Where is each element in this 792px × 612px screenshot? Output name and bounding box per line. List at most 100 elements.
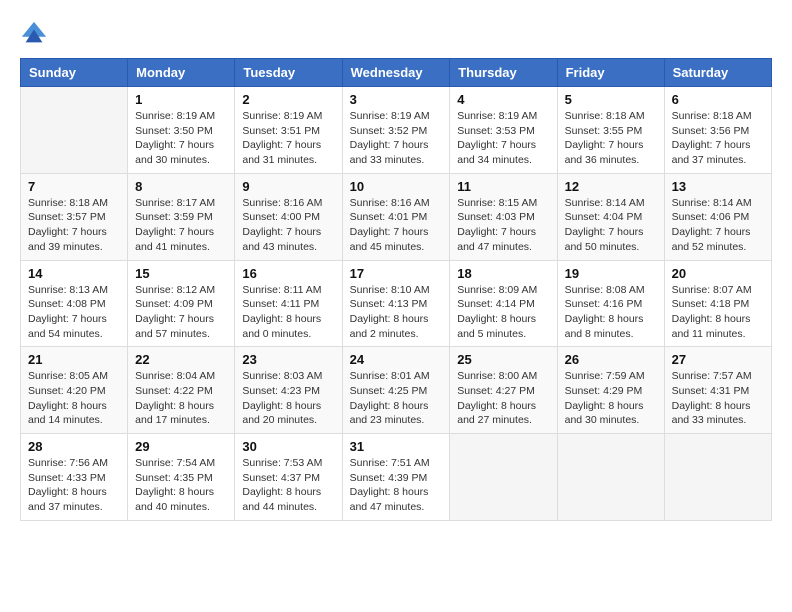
- day-info: Sunrise: 7:57 AMSunset: 4:31 PMDaylight:…: [672, 369, 764, 428]
- day-number: 16: [242, 266, 334, 281]
- calendar-cell: 9Sunrise: 8:16 AMSunset: 4:00 PMDaylight…: [235, 173, 342, 260]
- calendar-header-tuesday: Tuesday: [235, 59, 342, 87]
- day-number: 4: [457, 92, 549, 107]
- day-info: Sunrise: 8:11 AMSunset: 4:11 PMDaylight:…: [242, 283, 334, 342]
- day-info: Sunrise: 8:00 AMSunset: 4:27 PMDaylight:…: [457, 369, 549, 428]
- calendar-cell: 13 Sunrise: 8:14 AMSunset: 4:06 PMDayligh…: [664, 173, 771, 260]
- calendar-cell: 5 Sunrise: 8:18 AMSunset: 3:55 PMDaylight…: [557, 87, 664, 174]
- calendar-header-monday: Monday: [128, 59, 235, 87]
- day-info: Sunrise: 8:19 AMSunset: 3:51 PMDaylight:…: [242, 109, 334, 168]
- day-info: Sunrise: 8:14 AMSunset: 4:06 PMDaylight:…: [672, 196, 764, 255]
- day-info: Sunrise: 7:59 AMSunset: 4:29 PMDaylight:…: [565, 369, 657, 428]
- calendar-header-friday: Friday: [557, 59, 664, 87]
- day-number: 3: [350, 92, 443, 107]
- day-number: 20: [672, 266, 764, 281]
- day-number: 30: [242, 439, 334, 454]
- day-number: 1: [135, 92, 227, 107]
- day-info: Sunrise: 7:54 AMSunset: 4:35 PMDaylight:…: [135, 456, 227, 515]
- calendar-cell: 2 Sunrise: 8:19 AMSunset: 3:51 PMDaylight…: [235, 87, 342, 174]
- day-number: 10: [350, 179, 443, 194]
- calendar-week-4: 21 Sunrise: 8:05 AMSunset: 4:20 PMDayligh…: [21, 347, 772, 434]
- day-info: Sunrise: 8:15 AMSunset: 4:03 PMDaylight:…: [457, 196, 549, 255]
- calendar-header-wednesday: Wednesday: [342, 59, 450, 87]
- day-number: 7: [28, 179, 120, 194]
- day-info: Sunrise: 8:17 AMSunset: 3:59 PMDaylight:…: [135, 196, 227, 255]
- calendar-week-3: 14 Sunrise: 8:13 AMSunset: 4:08 PMDayligh…: [21, 260, 772, 347]
- day-number: 28: [28, 439, 120, 454]
- logo: [20, 20, 52, 48]
- calendar-week-1: 1 Sunrise: 8:19 AMSunset: 3:50 PMDaylight…: [21, 87, 772, 174]
- calendar-cell: 12 Sunrise: 8:14 AMSunset: 4:04 PMDayligh…: [557, 173, 664, 260]
- day-number: 24: [350, 352, 443, 367]
- calendar-cell: 14 Sunrise: 8:13 AMSunset: 4:08 PMDayligh…: [21, 260, 128, 347]
- calendar-cell: 11Sunrise: 8:15 AMSunset: 4:03 PMDayligh…: [450, 173, 557, 260]
- day-number: 19: [565, 266, 657, 281]
- calendar-cell: 8 Sunrise: 8:17 AMSunset: 3:59 PMDaylight…: [128, 173, 235, 260]
- day-info: Sunrise: 8:19 AMSunset: 3:52 PMDaylight:…: [350, 109, 443, 168]
- calendar-cell: 15 Sunrise: 8:12 AMSunset: 4:09 PMDayligh…: [128, 260, 235, 347]
- calendar-cell: 1 Sunrise: 8:19 AMSunset: 3:50 PMDaylight…: [128, 87, 235, 174]
- calendar-cell: 7 Sunrise: 8:18 AMSunset: 3:57 PMDaylight…: [21, 173, 128, 260]
- day-number: 12: [565, 179, 657, 194]
- day-info: Sunrise: 8:19 AMSunset: 3:53 PMDaylight:…: [457, 109, 549, 168]
- day-info: Sunrise: 8:18 AMSunset: 3:55 PMDaylight:…: [565, 109, 657, 168]
- day-number: 8: [135, 179, 227, 194]
- day-info: Sunrise: 8:16 AMSunset: 4:01 PMDaylight:…: [350, 196, 443, 255]
- day-info: Sunrise: 8:18 AMSunset: 3:57 PMDaylight:…: [28, 196, 120, 255]
- day-number: 31: [350, 439, 443, 454]
- calendar-cell: 25 Sunrise: 8:00 AMSunset: 4:27 PMDayligh…: [450, 347, 557, 434]
- day-info: Sunrise: 8:08 AMSunset: 4:16 PMDaylight:…: [565, 283, 657, 342]
- day-info: Sunrise: 8:13 AMSunset: 4:08 PMDaylight:…: [28, 283, 120, 342]
- day-info: Sunrise: 8:14 AMSunset: 4:04 PMDaylight:…: [565, 196, 657, 255]
- calendar-cell: 27 Sunrise: 7:57 AMSunset: 4:31 PMDayligh…: [664, 347, 771, 434]
- calendar-week-2: 7 Sunrise: 8:18 AMSunset: 3:57 PMDaylight…: [21, 173, 772, 260]
- calendar-cell: 26 Sunrise: 7:59 AMSunset: 4:29 PMDayligh…: [557, 347, 664, 434]
- day-info: Sunrise: 8:19 AMSunset: 3:50 PMDaylight:…: [135, 109, 227, 168]
- day-number: 6: [672, 92, 764, 107]
- calendar-cell: 29 Sunrise: 7:54 AMSunset: 4:35 PMDayligh…: [128, 434, 235, 521]
- day-info: Sunrise: 8:01 AMSunset: 4:25 PMDaylight:…: [350, 369, 443, 428]
- day-number: 17: [350, 266, 443, 281]
- day-number: 2: [242, 92, 334, 107]
- calendar-cell: 30 Sunrise: 7:53 AMSunset: 4:37 PMDayligh…: [235, 434, 342, 521]
- day-info: Sunrise: 7:53 AMSunset: 4:37 PMDaylight:…: [242, 456, 334, 515]
- day-number: 25: [457, 352, 549, 367]
- calendar-cell: 18 Sunrise: 8:09 AMSunset: 4:14 PMDayligh…: [450, 260, 557, 347]
- calendar-cell: 20Sunrise: 8:07 AMSunset: 4:18 PMDayligh…: [664, 260, 771, 347]
- calendar-header-row: SundayMondayTuesdayWednesdayThursdayFrid…: [21, 59, 772, 87]
- day-info: Sunrise: 8:09 AMSunset: 4:14 PMDaylight:…: [457, 283, 549, 342]
- day-number: 18: [457, 266, 549, 281]
- calendar-cell: [450, 434, 557, 521]
- day-number: 15: [135, 266, 227, 281]
- day-number: 13: [672, 179, 764, 194]
- calendar-cell: 31 Sunrise: 7:51 AMSunset: 4:39 PMDayligh…: [342, 434, 450, 521]
- page-header: [20, 20, 772, 48]
- calendar-cell: [21, 87, 128, 174]
- day-number: 26: [565, 352, 657, 367]
- calendar-cell: 10 Sunrise: 8:16 AMSunset: 4:01 PMDayligh…: [342, 173, 450, 260]
- day-info: Sunrise: 8:12 AMSunset: 4:09 PMDaylight:…: [135, 283, 227, 342]
- day-number: 9: [242, 179, 334, 194]
- day-number: 29: [135, 439, 227, 454]
- calendar-cell: 3 Sunrise: 8:19 AMSunset: 3:52 PMDaylight…: [342, 87, 450, 174]
- calendar-cell: [664, 434, 771, 521]
- calendar-cell: 19 Sunrise: 8:08 AMSunset: 4:16 PMDayligh…: [557, 260, 664, 347]
- day-number: 27: [672, 352, 764, 367]
- calendar-cell: 28Sunrise: 7:56 AMSunset: 4:33 PMDayligh…: [21, 434, 128, 521]
- day-number: 5: [565, 92, 657, 107]
- day-info: Sunrise: 8:05 AMSunset: 4:20 PMDaylight:…: [28, 369, 120, 428]
- calendar-header-thursday: Thursday: [450, 59, 557, 87]
- day-info: Sunrise: 8:18 AMSunset: 3:56 PMDaylight:…: [672, 109, 764, 168]
- day-number: 14: [28, 266, 120, 281]
- day-number: 22: [135, 352, 227, 367]
- calendar-header-sunday: Sunday: [21, 59, 128, 87]
- calendar-cell: 23Sunrise: 8:03 AMSunset: 4:23 PMDayligh…: [235, 347, 342, 434]
- calendar-cell: 16 Sunrise: 8:11 AMSunset: 4:11 PMDayligh…: [235, 260, 342, 347]
- day-info: Sunrise: 7:51 AMSunset: 4:39 PMDaylight:…: [350, 456, 443, 515]
- day-number: 21: [28, 352, 120, 367]
- calendar-cell: 6 Sunrise: 8:18 AMSunset: 3:56 PMDaylight…: [664, 87, 771, 174]
- logo-icon: [20, 20, 48, 48]
- calendar-cell: 21 Sunrise: 8:05 AMSunset: 4:20 PMDayligh…: [21, 347, 128, 434]
- calendar-cell: [557, 434, 664, 521]
- calendar-header-saturday: Saturday: [664, 59, 771, 87]
